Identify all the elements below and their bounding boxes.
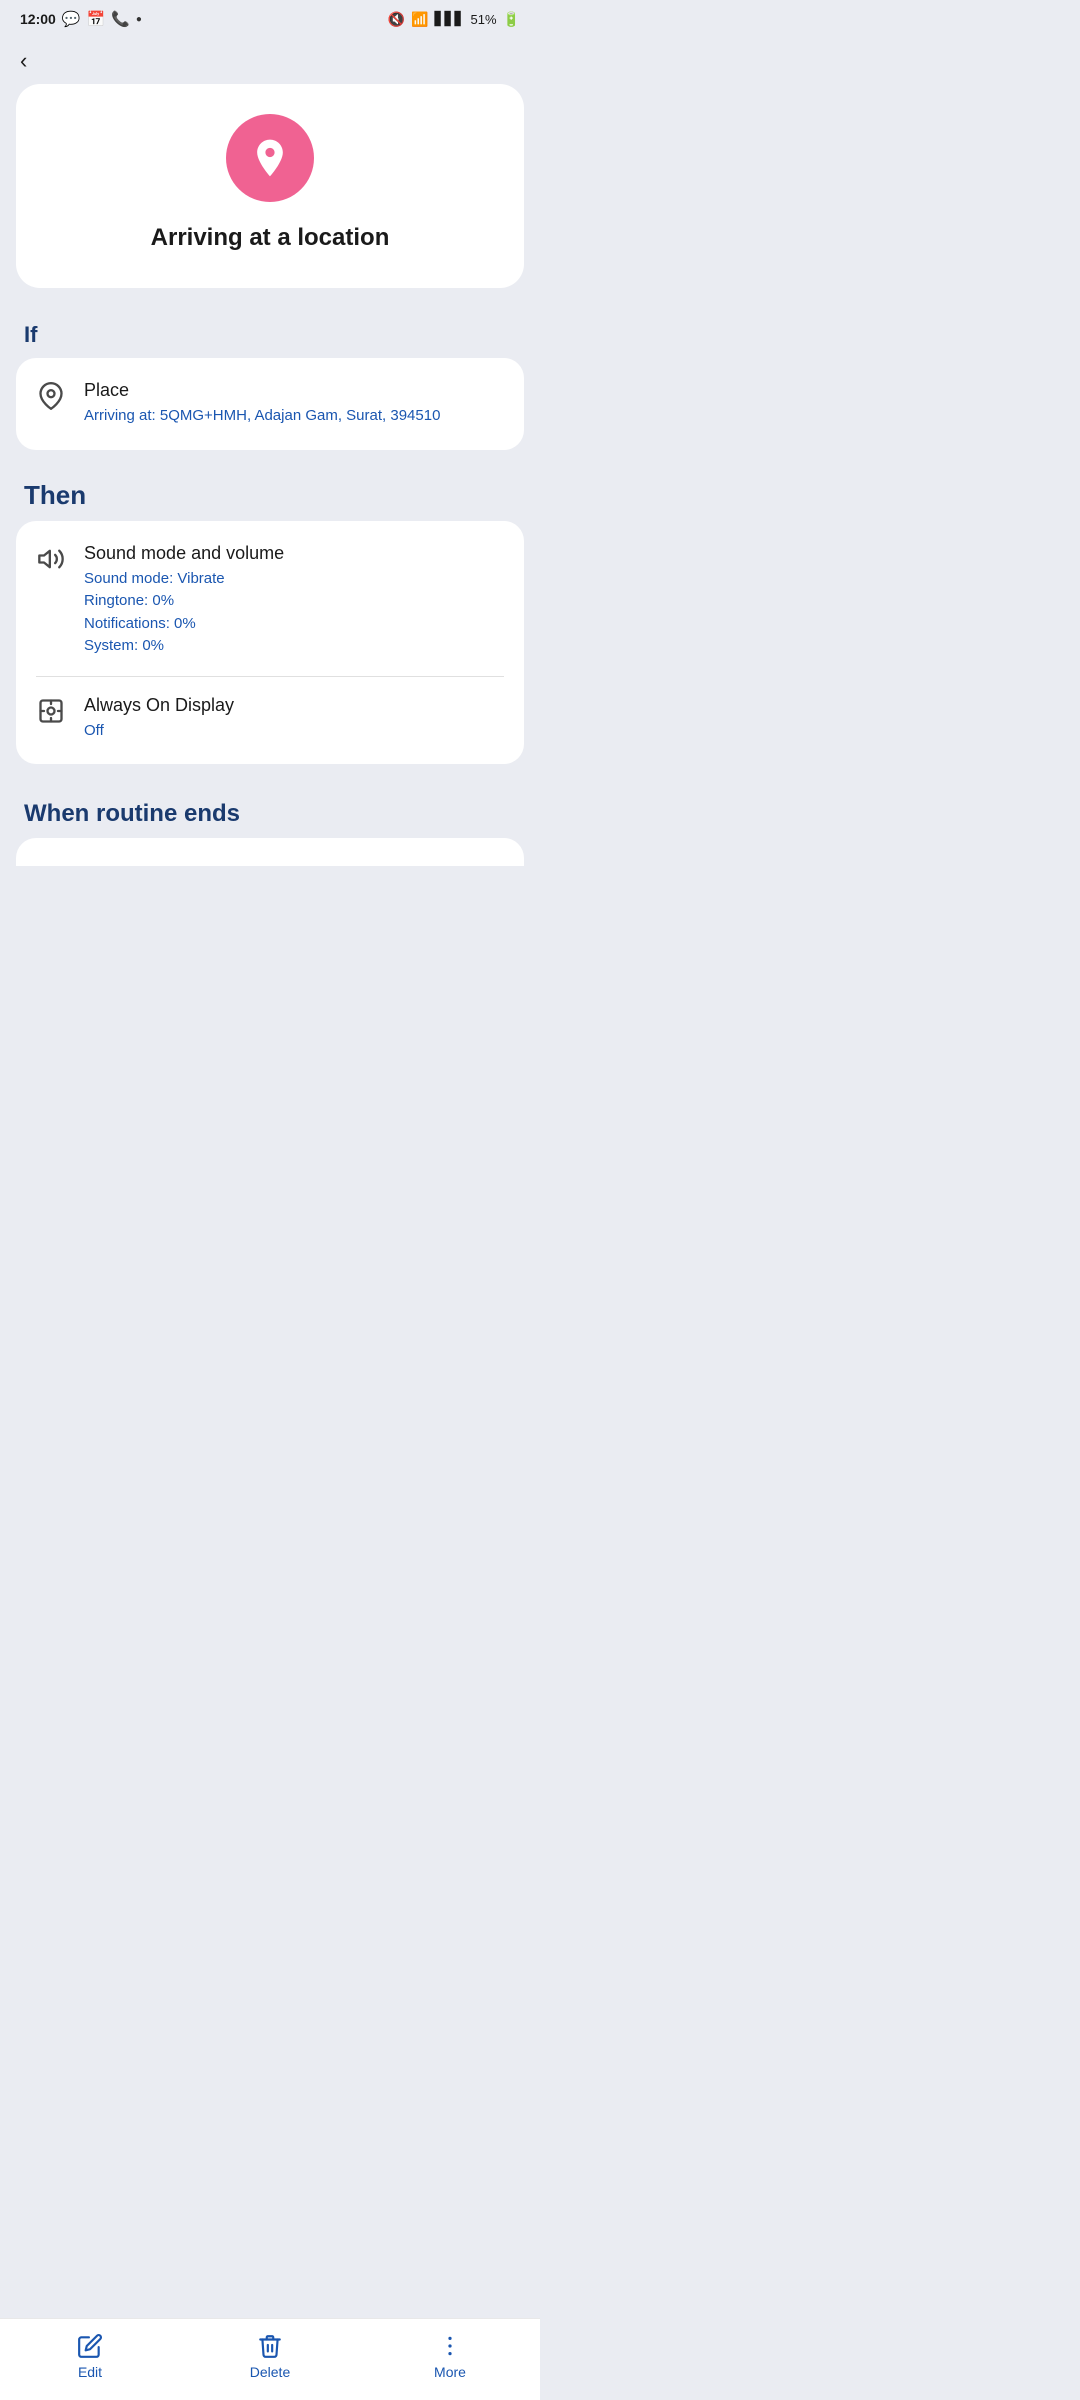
more-icon (437, 2333, 463, 2359)
sound-action-row[interactable]: Sound mode and volume Sound mode: Vibrat… (36, 543, 504, 658)
more-nav-item[interactable]: More (410, 2333, 490, 2380)
more-label: More (434, 2364, 466, 2380)
place-content: Place Arriving at: 5QMG+HMH, Adajan Gam,… (84, 380, 504, 428)
location-pin-icon (248, 136, 292, 180)
status-right-icons: 🔇 📶 ▋▋▋ 51% 🔋 (388, 11, 520, 28)
time-display: 12:00 (20, 11, 56, 27)
sound-title: Sound mode and volume (84, 543, 504, 564)
bottom-nav: Edit Delete More (0, 2318, 540, 2400)
back-button-area: ‹ (0, 34, 540, 84)
then-actions-card: Sound mode and volume Sound mode: Vibrat… (16, 521, 524, 765)
status-time: 12:00 💬 📅 📞 ● (20, 10, 142, 28)
sound-icon (36, 545, 66, 580)
header-card: Arriving at a location (16, 84, 524, 288)
place-detail: Arriving at: 5QMG+HMH, Adajan Gam, Surat… (84, 405, 504, 428)
header-title: Arriving at a location (151, 224, 390, 252)
battery-icon: 🔋 (503, 11, 520, 28)
sound-content: Sound mode and volume Sound mode: Vibrat… (84, 543, 504, 658)
aod-detail: Off (84, 720, 504, 743)
sound-detail: Sound mode: Vibrate Ringtone: 0% Notific… (84, 568, 504, 658)
location-icon-circle (226, 114, 314, 202)
then-label: Then (0, 466, 540, 521)
delete-nav-item[interactable]: Delete (230, 2333, 310, 2380)
dot-icon: ● (136, 14, 142, 25)
delete-icon (257, 2333, 283, 2359)
when-ends-strip (16, 838, 524, 866)
calendar-icon: 📅 (87, 10, 106, 28)
wifi-icon: 📶 (411, 11, 428, 28)
aod-action-row[interactable]: Always On Display Off (36, 695, 504, 743)
back-chevron-icon[interactable]: ‹ (20, 48, 27, 73)
phone-icon: 📞 (111, 10, 130, 28)
battery-display: 51% (471, 12, 497, 27)
aod-title: Always On Display (84, 695, 504, 716)
card-divider (36, 676, 504, 677)
edit-nav-item[interactable]: Edit (50, 2333, 130, 2380)
if-label: If (0, 308, 540, 358)
place-condition-card[interactable]: Place Arriving at: 5QMG+HMH, Adajan Gam,… (16, 358, 524, 450)
status-bar: 12:00 💬 📅 📞 ● 🔇 📶 ▋▋▋ 51% 🔋 (0, 0, 540, 34)
whatsapp-icon: 💬 (62, 10, 81, 28)
signal-icon: ▋▋▋ (435, 11, 465, 27)
edit-label: Edit (78, 2364, 102, 2380)
mute-icon: 🔇 (388, 11, 405, 28)
aod-icon (36, 697, 66, 732)
place-title: Place (84, 380, 504, 401)
edit-icon (77, 2333, 103, 2359)
aod-content: Always On Display Off (84, 695, 504, 743)
place-pin-icon (36, 382, 66, 417)
when-routine-ends-label: When routine ends (0, 780, 540, 838)
delete-label: Delete (250, 2364, 290, 2380)
